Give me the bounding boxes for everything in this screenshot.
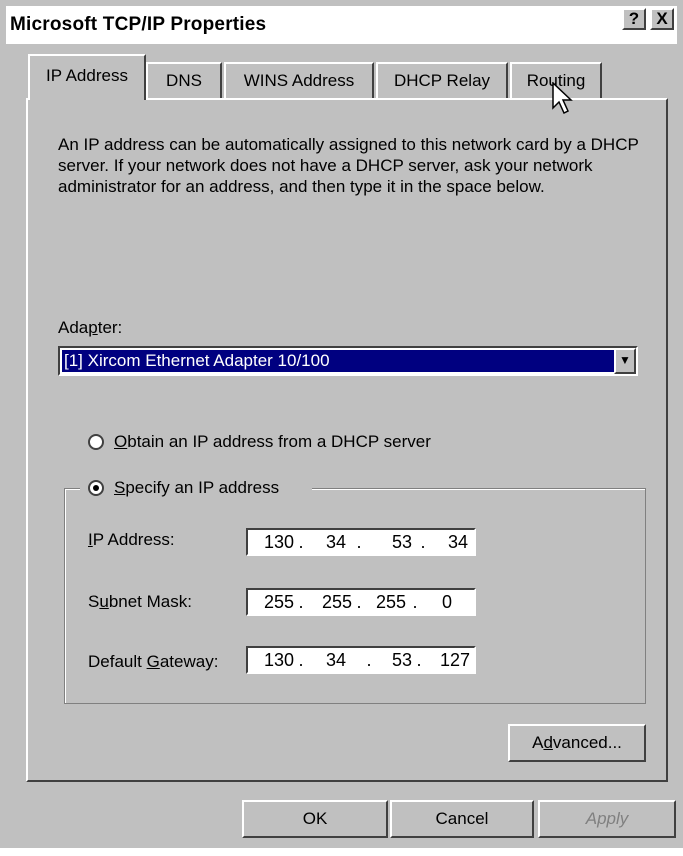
apply-button: Apply [538, 800, 676, 838]
advanced-button[interactable]: Advanced... [508, 724, 646, 762]
default-gateway-label: Default Gateway: [88, 652, 219, 671]
title-bar[interactable]: Microsoft TCP/IP Properties [6, 6, 677, 44]
help-button[interactable]: ? [622, 8, 646, 30]
subnet-mask-field[interactable]: 255 . 255 . 255 . 0 [246, 588, 476, 616]
ip-address-field[interactable]: 130 . 34 . 53 . 34 [246, 528, 476, 556]
close-button[interactable]: X [650, 8, 674, 30]
adapter-label: Adapter: [58, 318, 123, 337]
tab-ip-address[interactable]: IP Address [28, 54, 146, 100]
adapter-selected-value: [1] Xircom Ethernet Adapter 10/100 [62, 350, 614, 372]
dropdown-arrow-icon[interactable]: ▼ [614, 348, 636, 374]
cancel-button[interactable]: Cancel [390, 800, 534, 838]
tab-dhcp-relay[interactable]: DHCP Relay [376, 62, 508, 100]
ip-address-label: IP Address: [88, 530, 175, 549]
tcpip-properties-dialog: Microsoft TCP/IP Properties ? X IP Addre… [0, 0, 683, 848]
ok-button[interactable]: OK [242, 800, 388, 838]
window-title: Microsoft TCP/IP Properties [10, 14, 267, 35]
tab-dns[interactable]: DNS [146, 62, 222, 100]
default-gateway-field[interactable]: 130 . 34 . 53 . 127 [246, 646, 476, 674]
obtain-ip-radio[interactable] [88, 434, 104, 450]
tab-wins-address[interactable]: WINS Address [224, 62, 374, 100]
subnet-mask-label: Subnet Mask: [88, 592, 192, 611]
obtain-ip-label[interactable]: Obtain an IP address from a DHCP server [114, 432, 431, 452]
description-text: An IP address can be automatically assig… [58, 135, 639, 196]
mouse-cursor-icon [552, 82, 573, 115]
specify-ip-label[interactable]: Specify an IP address [114, 478, 279, 498]
specify-ip-radio[interactable] [88, 480, 104, 496]
adapter-dropdown[interactable]: [1] Xircom Ethernet Adapter 10/100 ▼ [58, 346, 638, 376]
